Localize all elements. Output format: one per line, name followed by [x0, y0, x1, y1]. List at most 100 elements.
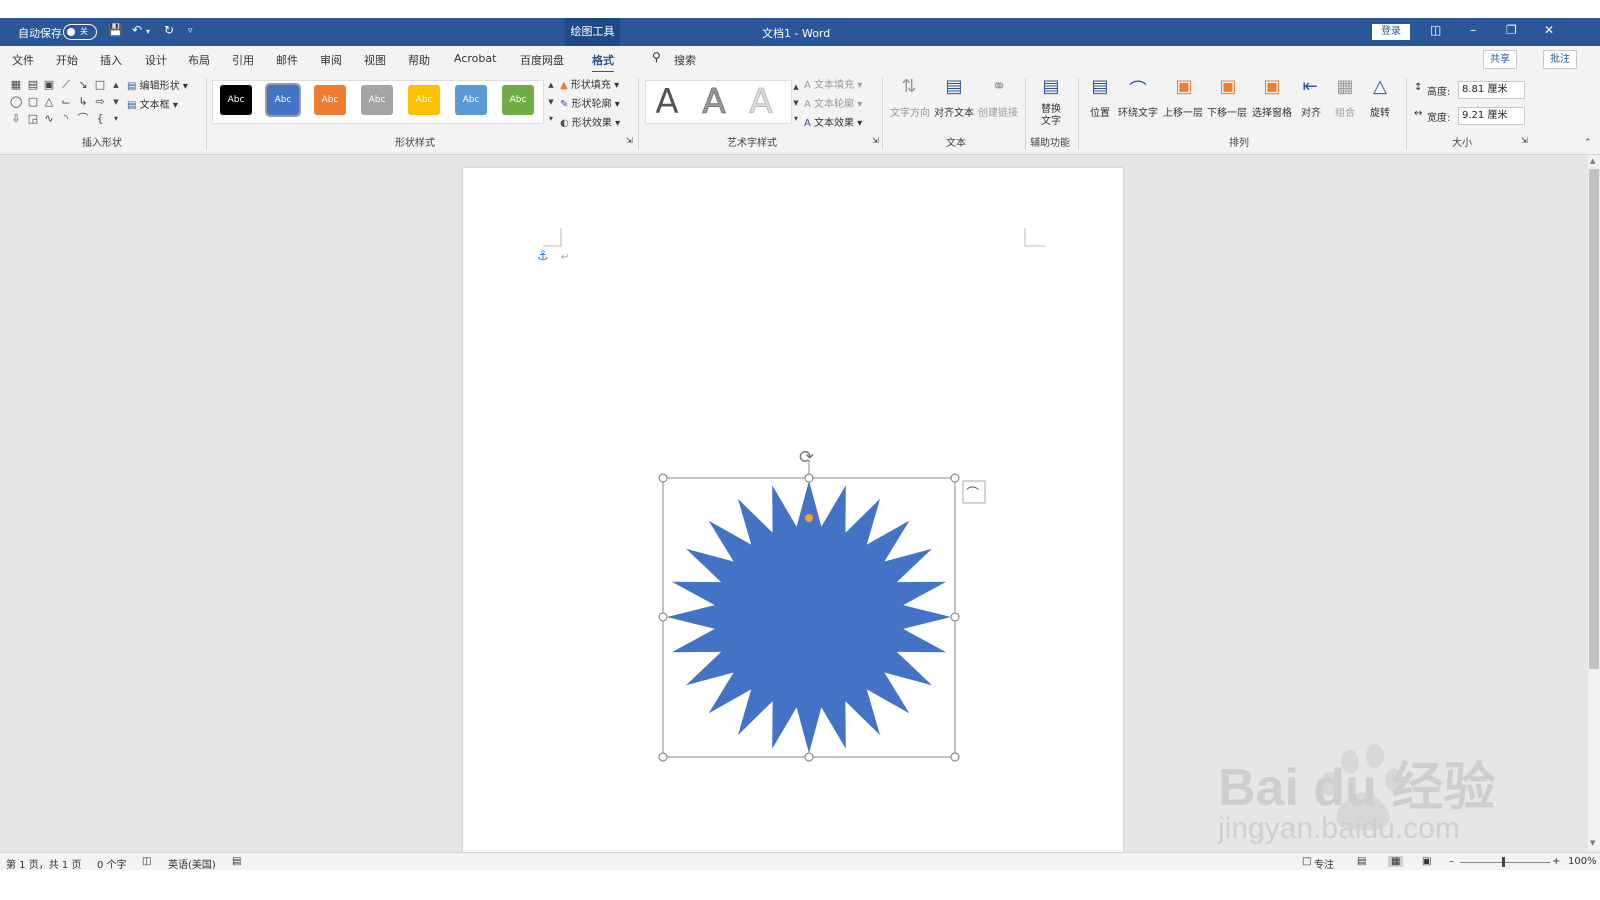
- tab-file[interactable]: 文件: [12, 52, 34, 68]
- wordart-up-icon[interactable]: ▲: [790, 82, 802, 92]
- accessibility-icon[interactable]: ▤: [232, 856, 241, 867]
- tab-view[interactable]: 视图: [364, 52, 386, 68]
- edit-shape-button[interactable]: ▤ 编辑形状 ▾: [127, 77, 188, 92]
- tab-format[interactable]: 格式: [592, 52, 614, 74]
- autosave-toggle[interactable]: 关: [63, 24, 97, 40]
- shape-style-swatch[interactable]: Abc: [408, 85, 440, 115]
- login-button[interactable]: 登录: [1372, 24, 1410, 40]
- resize-handle[interactable]: [658, 473, 668, 483]
- shape-brace-icon[interactable]: {: [94, 113, 106, 124]
- close-icon[interactable]: ✕: [1544, 23, 1554, 37]
- selection-pane-label[interactable]: 选择窗格: [1252, 104, 1292, 119]
- shape-outline-button[interactable]: ✎ 形状轮廓 ▾: [560, 95, 620, 110]
- shape-triangle-icon[interactable]: △: [43, 96, 55, 107]
- create-link-label[interactable]: 创建链接: [978, 104, 1018, 119]
- document-page[interactable]: ⚓ ↵ ⟳ ⌒: [463, 168, 1123, 852]
- zoom-slider[interactable]: [1460, 862, 1550, 863]
- print-layout-icon[interactable]: ▦: [1388, 856, 1404, 867]
- zoom-slider-thumb[interactable]: [1502, 857, 1505, 867]
- bring-forward-icon[interactable]: ▣: [1170, 76, 1198, 100]
- redo-icon[interactable]: ↻: [164, 23, 174, 37]
- wrap-text-icon[interactable]: ⌒: [1124, 76, 1152, 101]
- textbox-button[interactable]: ▤ 文本框 ▾: [127, 96, 178, 111]
- shape-oval-icon[interactable]: ◯: [10, 96, 22, 107]
- resize-handle[interactable]: [950, 752, 960, 762]
- gallery-up-icon[interactable]: ▲: [110, 80, 122, 90]
- selection-pane-icon[interactable]: ▣: [1258, 76, 1286, 100]
- shape-curve-icon[interactable]: ⌒: [77, 113, 89, 124]
- resize-handle[interactable]: [950, 612, 960, 622]
- wrap-text-label[interactable]: 环绕文字: [1118, 104, 1158, 119]
- shape-scribble-icon[interactable]: ∿: [43, 113, 55, 124]
- resize-handle[interactable]: [658, 752, 668, 762]
- style-gallery-down-icon[interactable]: ▼: [545, 97, 557, 107]
- rotate-label[interactable]: 旋转: [1370, 104, 1390, 119]
- undo-dropdown-icon[interactable]: ▾: [146, 27, 150, 36]
- shape-style-swatch[interactable]: Abc: [502, 85, 534, 115]
- wordart-style-2[interactable]: A: [694, 82, 734, 123]
- scroll-thumb[interactable]: [1589, 169, 1599, 669]
- scroll-up-icon[interactable]: ▲: [1590, 157, 1595, 165]
- alt-text-icon[interactable]: ▤: [1037, 76, 1065, 100]
- align-text-icon[interactable]: ▤: [940, 76, 968, 100]
- shape-arrow-line-icon[interactable]: ↘: [77, 79, 89, 90]
- minimize-icon[interactable]: –: [1470, 23, 1476, 37]
- tab-review[interactable]: 审阅: [320, 52, 342, 68]
- zoom-level[interactable]: 100%: [1568, 856, 1597, 867]
- shape-down-arrow-icon[interactable]: ⇩: [10, 113, 22, 124]
- position-label[interactable]: 位置: [1090, 104, 1110, 119]
- shape-elbow-icon[interactable]: ⌙: [60, 96, 72, 107]
- shape-block-arrow-icon[interactable]: ⇨: [94, 96, 106, 107]
- tab-design[interactable]: 设计: [145, 52, 167, 68]
- gallery-more-icon[interactable]: ▾: [110, 114, 122, 124]
- web-layout-icon[interactable]: ▣: [1422, 856, 1431, 867]
- send-backward-icon[interactable]: ▣: [1214, 76, 1242, 100]
- shape-rounded-rect-icon[interactable]: ▢: [27, 96, 39, 107]
- ribbon-display-icon[interactable]: ◫: [1430, 23, 1441, 37]
- language[interactable]: 英语(美国): [168, 856, 216, 871]
- shape-rectangle-icon[interactable]: □: [94, 79, 106, 90]
- resize-handle[interactable]: [804, 752, 814, 762]
- customize-qat-icon[interactable]: ▿: [188, 26, 193, 36]
- text-direction-icon[interactable]: ⇅: [895, 76, 923, 100]
- gallery-down-icon[interactable]: ▼: [110, 97, 122, 107]
- wordart-down-icon[interactable]: ▼: [790, 98, 802, 108]
- align-icon[interactable]: ⇤: [1296, 76, 1324, 100]
- align-label[interactable]: 对齐: [1301, 104, 1321, 119]
- group-label[interactable]: 组合: [1335, 104, 1355, 119]
- shape-textbox-icon[interactable]: ▤: [27, 79, 39, 90]
- shape-line-icon[interactable]: ⟋: [60, 79, 72, 90]
- shape-effects-button[interactable]: ◐ 形状效果 ▾: [560, 114, 620, 129]
- shape-style-swatch[interactable]: Abc: [455, 85, 487, 115]
- shape-style-swatch[interactable]: Abc: [361, 85, 393, 115]
- read-mode-icon[interactable]: ▤: [1357, 856, 1366, 867]
- wordart-launcher-icon[interactable]: ⇲: [872, 136, 879, 145]
- resize-handle[interactable]: [804, 473, 814, 483]
- shape-freeform-icon[interactable]: ◲: [27, 113, 39, 124]
- tab-layout[interactable]: 布局: [188, 52, 210, 68]
- restore-icon[interactable]: ❐: [1506, 23, 1517, 37]
- tab-help[interactable]: 帮助: [408, 52, 430, 68]
- text-effects-button[interactable]: A 文本效果 ▾: [804, 114, 862, 129]
- focus-icon[interactable]: □: [1302, 856, 1311, 867]
- scroll-down-icon[interactable]: ▼: [1590, 839, 1595, 847]
- zoom-out-icon[interactable]: –: [1449, 856, 1454, 867]
- wordart-style-1[interactable]: A: [647, 82, 687, 122]
- vertical-scrollbar[interactable]: ▲ ▼: [1588, 155, 1600, 852]
- search-label[interactable]: 搜索: [674, 52, 696, 68]
- position-icon[interactable]: ▤: [1086, 76, 1114, 100]
- shape-style-swatch[interactable]: Abc: [265, 83, 301, 117]
- shape-elbow-arrow-icon[interactable]: ↳: [77, 96, 89, 107]
- comment-button[interactable]: 批注: [1543, 50, 1577, 69]
- wordart-style-3[interactable]: A: [741, 82, 781, 123]
- size-launcher-icon[interactable]: ⇲: [1521, 136, 1528, 145]
- height-input[interactable]: 8.81 厘米: [1458, 81, 1525, 99]
- shape-fill-button[interactable]: ▲ 形状填充 ▾: [560, 76, 619, 91]
- share-button[interactable]: 共享: [1483, 50, 1517, 69]
- style-gallery-more-icon[interactable]: ▾: [545, 114, 557, 124]
- text-direction-label[interactable]: 文字方向: [890, 104, 930, 119]
- search-icon[interactable]: ⚲: [652, 50, 661, 64]
- focus-label[interactable]: 专注: [1314, 856, 1334, 871]
- tab-home[interactable]: 开始: [56, 52, 78, 68]
- proofing-icon[interactable]: ◫: [142, 856, 151, 867]
